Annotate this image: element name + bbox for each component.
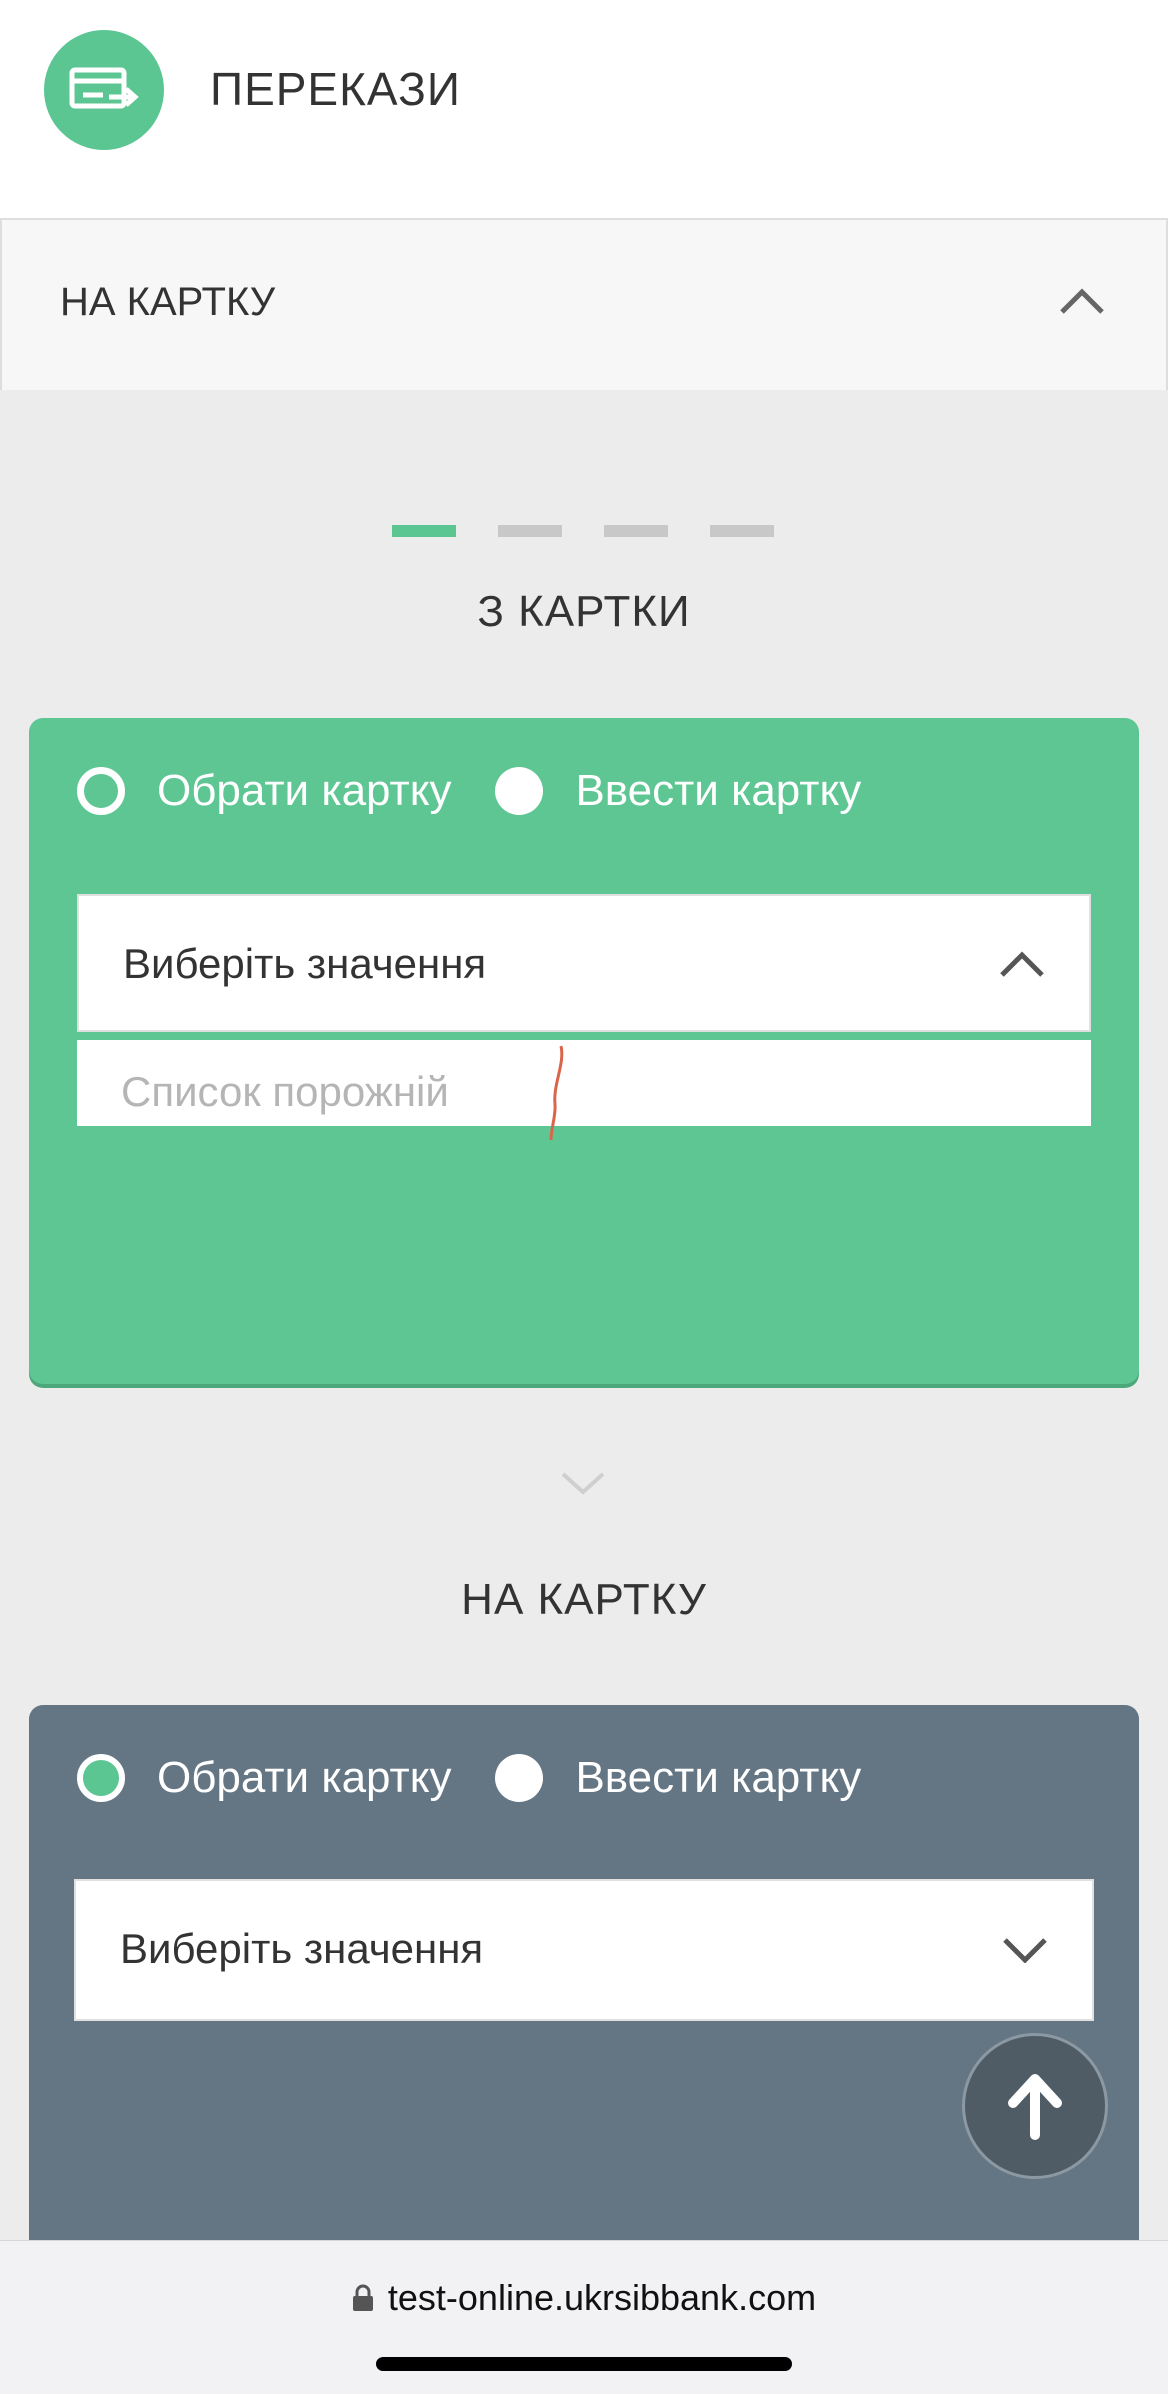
radio-enter-card-label[interactable]: Ввести картку [575,766,861,816]
step-indicator [392,525,774,537]
chevron-down-icon [1003,1938,1047,1963]
step-3 [604,525,668,537]
chevron-up-icon [1000,951,1044,977]
step-4 [710,525,774,537]
radio-enter-card-label[interactable]: Ввести картку [575,1753,861,1803]
radio-select-card[interactable] [77,1754,125,1802]
lock-icon [352,2284,373,2311]
scroll-to-top-button[interactable] [962,2033,1108,2179]
text-cursor-mark [549,1045,564,1141]
radio-enter-card[interactable] [495,767,544,815]
to-card-select[interactable]: Виберіть значення [74,1879,1094,2021]
from-card-panel: Обрати картку Ввести картку Виберіть зна… [29,718,1139,1384]
transfer-type-accordion[interactable]: НА КАРТКУ [0,218,1168,390]
from-card-title: З КАРТКИ [477,587,691,636]
home-indicator [376,2357,792,2371]
radio-enter-card[interactable] [495,1754,544,1802]
from-card-select[interactable]: Виберіть значення [77,894,1091,1032]
dropdown-list: Список порожній [77,1040,1091,1141]
browser-address-bar[interactable]: test-online.ukrsibbank.com [0,2240,1168,2394]
step-2 [498,525,562,537]
dropdown-empty-message: Список порожній [121,1068,449,1115]
arrow-up-icon [1008,2074,1062,2140]
page-title: ПЕРЕКАЗИ [210,63,461,115]
chevron-up-icon[interactable] [1058,286,1106,316]
step-1 [392,525,456,537]
radio-select-card-label[interactable]: Обрати картку [157,766,451,816]
url-text[interactable]: test-online.ukrsibbank.com [388,2277,816,2319]
select-placeholder: Виберіть значення [120,1925,484,1972]
transfer-card-icon [44,30,164,150]
to-card-title: НА КАРТКУ [461,1575,707,1624]
radio-select-card-label[interactable]: Обрати картку [157,1753,451,1803]
accordion-title: НА КАРТКУ [60,280,276,324]
chevron-down-icon [561,1472,605,1495]
app-header: ПЕРЕКАЗИ [0,0,1168,218]
radio-select-card[interactable] [77,767,125,815]
select-placeholder: Виберіть значення [123,940,487,987]
